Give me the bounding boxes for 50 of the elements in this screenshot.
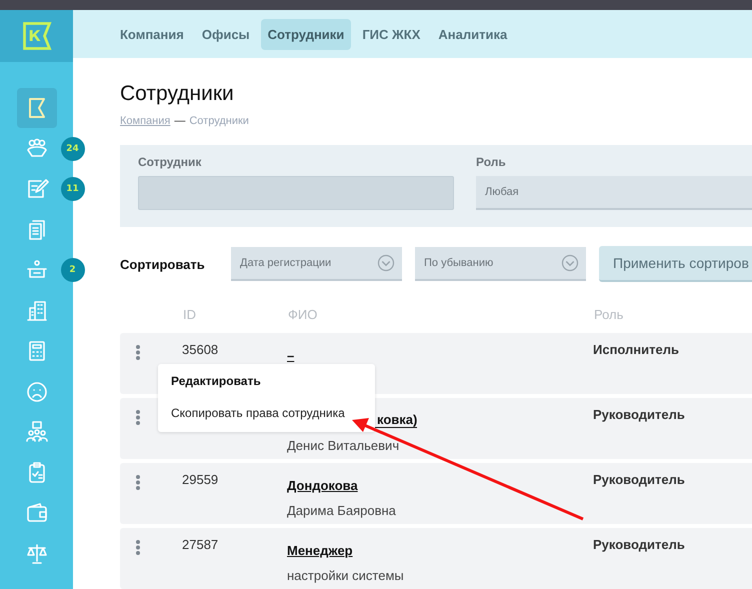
menu-item[interactable]: Скопировать права сотрудника — [171, 406, 375, 420]
column-header: ID — [183, 307, 197, 324]
field-label: Роль — [476, 155, 507, 169]
nav-tab[interactable]: ГИС ЖКХ — [355, 18, 428, 50]
nav-tab[interactable]: Сотрудники — [260, 18, 352, 50]
role-cell-text: Руководитель — [593, 407, 685, 424]
more-icon — [136, 540, 140, 555]
id-cell-text: 29559 — [182, 472, 220, 487]
apply-sort-button[interactable]: Применить сортиров — [599, 246, 752, 282]
field-label: Сотрудник — [138, 155, 202, 169]
sort-dropdown[interactable]: Дата регистрации — [231, 247, 402, 281]
menu-item[interactable]: Редактировать — [171, 374, 375, 388]
id-cell-text: 27587 — [182, 537, 220, 552]
employee-subtitle: Дарима Баяровна — [287, 503, 397, 518]
nav-tab[interactable]: Компания — [113, 18, 191, 50]
breadcrumb-link[interactable]: Компания — [120, 115, 170, 127]
meeting-icon — [24, 420, 48, 444]
nav-tab[interactable]: Аналитика — [431, 18, 514, 50]
building-icon — [24, 298, 48, 322]
id-cell-text: 35608 — [182, 342, 220, 357]
nav-tab[interactable]: Офисы — [194, 18, 257, 50]
sort-dropdown[interactable]: По убыванию — [415, 247, 586, 281]
more-icon — [136, 475, 140, 490]
chevron-down-icon — [377, 254, 395, 272]
sort-label: Сортировать — [120, 256, 206, 272]
employee-subtitle: настройки системы — [287, 568, 405, 583]
more-icon — [136, 345, 140, 360]
column-header: ФИО — [288, 307, 318, 324]
employee-name-link[interactable]: Дондокова — [287, 478, 358, 493]
role-cell-text: Руководитель — [593, 472, 685, 489]
employee-name-link[interactable]: Менеджер — [287, 543, 353, 558]
employee-name-link[interactable]: – — [287, 348, 294, 363]
role-dropdown[interactable]: Любая — [476, 176, 752, 210]
more-icon — [136, 410, 140, 425]
count-badge: 2 — [60, 258, 84, 282]
role-cell-text: Руководитель — [593, 537, 685, 554]
count-badge: 11 — [60, 177, 84, 201]
sad-face-icon — [24, 380, 48, 404]
breadcrumb-current: Сотрудники — [189, 115, 249, 127]
count-badge: 24 — [60, 136, 84, 160]
breadcrumb-separator: — — [174, 115, 186, 127]
page-title: Сотрудники — [120, 82, 235, 106]
chevron-down-icon — [561, 254, 579, 272]
input-field[interactable] — [138, 176, 454, 210]
column-header: Роль — [594, 307, 624, 324]
employee-subtitle: Денис Витальевич — [287, 438, 400, 453]
wallet-icon — [24, 501, 48, 525]
scales-icon — [24, 542, 48, 566]
role-cell-text: Исполнитель — [593, 342, 679, 359]
sidebar-item[interactable] — [16, 88, 56, 128]
